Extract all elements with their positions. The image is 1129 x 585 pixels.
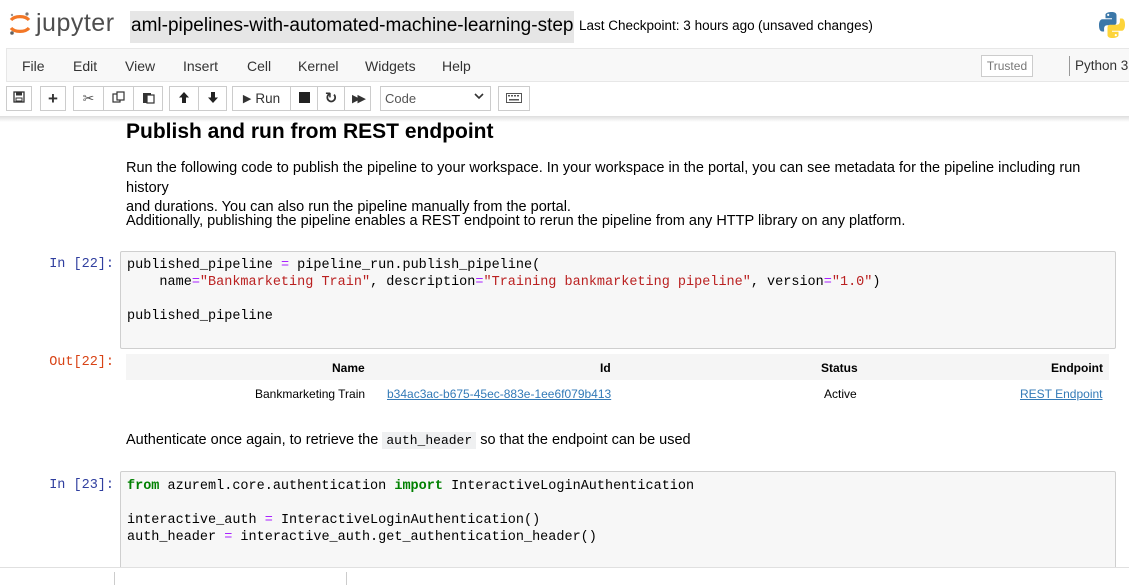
rest-endpoint-link[interactable]: REST Endpoint	[1020, 387, 1103, 401]
menu-file[interactable]: File	[22, 58, 45, 74]
play-icon: ▶	[242, 93, 252, 105]
save-icon	[13, 91, 25, 106]
python-logo-icon	[1097, 10, 1127, 40]
menu-widgets[interactable]: Widgets	[365, 58, 416, 74]
save-button[interactable]	[6, 86, 32, 111]
input-prompt: In [23]:	[49, 478, 114, 493]
kernel-name[interactable]: Python 3	[1075, 58, 1128, 73]
menu-view[interactable]: View	[125, 58, 155, 74]
markdown-paragraph: Additionally, publishing the pipeline en…	[126, 213, 906, 229]
pipeline-id-link[interactable]: b34ac3ac-b675-45ec-883e-1ee6f079b413	[387, 387, 611, 401]
restart-icon: ↻	[324, 90, 338, 107]
table-cell-name: Bankmarketing Train	[255, 387, 366, 401]
edit-button-group: ✂	[73, 86, 163, 111]
menubar: File Edit View Insert Cell Kernel Widget…	[6, 48, 1129, 82]
cell-type-value: Code	[385, 91, 417, 106]
markdown-paragraph: Run the following code to publish the pi…	[126, 159, 1106, 218]
notebook-title[interactable]: aml-pipelines-with-automated-machine-lea…	[130, 11, 575, 43]
output-prompt: Out[22]:	[49, 355, 114, 370]
fast-forward-icon: ▶▶	[352, 93, 366, 105]
run-button-group: ▶ Run ↻ ▶▶	[232, 86, 371, 111]
restart-button[interactable]: ↻	[317, 86, 344, 111]
code-line: interactive_auth = InteractiveLoginAuthe…	[127, 513, 541, 528]
interrupt-button[interactable]	[290, 86, 317, 111]
menu-edit[interactable]: Edit	[73, 58, 97, 74]
trusted-indicator[interactable]: Trusted	[981, 55, 1033, 77]
code-cell-input[interactable]: published_pipeline = pipeline_run.publis…	[120, 251, 1116, 349]
paste-icon	[142, 91, 155, 107]
run-button[interactable]: ▶ Run	[232, 86, 290, 111]
jupyter-logo-text: jupyter	[36, 8, 115, 37]
copy-button[interactable]	[103, 86, 133, 111]
notebook-header: jupyter aml-pipelines-with-automated-mac…	[0, 0, 1129, 48]
table-header-endpoint: Endpoint	[1051, 361, 1103, 375]
restart-run-all-button[interactable]: ▶▶	[344, 86, 371, 111]
code-line: published_pipeline = pipeline_run.publis…	[127, 258, 541, 273]
menu-help[interactable]: Help	[442, 58, 471, 74]
run-label: Run	[255, 91, 281, 106]
table-cell-status: Active	[824, 387, 857, 401]
output-table-header	[126, 354, 1109, 380]
arrow-down-icon	[207, 91, 219, 107]
paragraph-line: Run the following code to publish the pi…	[126, 160, 1081, 196]
command-palette-button[interactable]	[498, 86, 530, 111]
kernel-separator	[1069, 56, 1070, 76]
arrow-up-icon	[178, 91, 190, 107]
move-up-button[interactable]	[169, 86, 198, 111]
insert-cell-button[interactable]: +	[40, 86, 66, 111]
menu-cell[interactable]: Cell	[247, 58, 271, 74]
code-line: name="Bankmarketing Train", description=…	[127, 275, 881, 290]
table-header-name: Name	[332, 361, 365, 375]
move-down-button[interactable]	[198, 86, 227, 111]
toolbar: + ✂ ▶ Run ↻ ▶▶ Code	[0, 82, 1129, 116]
code-line: auth_header = interactive_auth.get_authe…	[127, 530, 597, 545]
bottom-divider	[114, 572, 115, 585]
menu-insert[interactable]: Insert	[183, 58, 218, 74]
stop-icon	[298, 91, 310, 106]
code-cell-input[interactable]: from azureml.core.authentication import …	[120, 471, 1116, 581]
bottom-divider	[346, 572, 347, 585]
cell-type-select[interactable]: Code	[380, 86, 491, 111]
table-header-status: Status	[821, 361, 858, 375]
checkpoint-status: Last Checkpoint: 3 hours ago	[579, 18, 755, 33]
chevron-down-icon	[474, 92, 484, 103]
jupyter-logo-icon	[8, 11, 32, 35]
input-prompt: In [22]:	[49, 257, 114, 272]
bottom-strip	[0, 567, 1129, 585]
paste-button[interactable]	[133, 86, 163, 111]
plus-icon: +	[48, 89, 58, 108]
markdown-paragraph: Authenticate once again, to retrieve the…	[126, 432, 691, 449]
markdown-heading: Publish and run from REST endpoint	[126, 120, 494, 143]
move-button-group	[169, 86, 227, 111]
menu-kernel[interactable]: Kernel	[298, 58, 338, 74]
code-line: from azureml.core.authentication import …	[127, 479, 695, 494]
copy-icon	[112, 90, 125, 107]
cut-button[interactable]: ✂	[73, 86, 103, 111]
table-header-id: Id	[600, 361, 611, 375]
inline-code: auth_header	[382, 432, 477, 449]
autosave-status: (unsaved changes)	[758, 18, 873, 33]
scissors-icon: ✂	[82, 90, 95, 106]
keyboard-icon	[506, 91, 522, 106]
jupyter-logo[interactable]: jupyter	[8, 8, 115, 38]
code-line: published_pipeline	[127, 309, 273, 324]
